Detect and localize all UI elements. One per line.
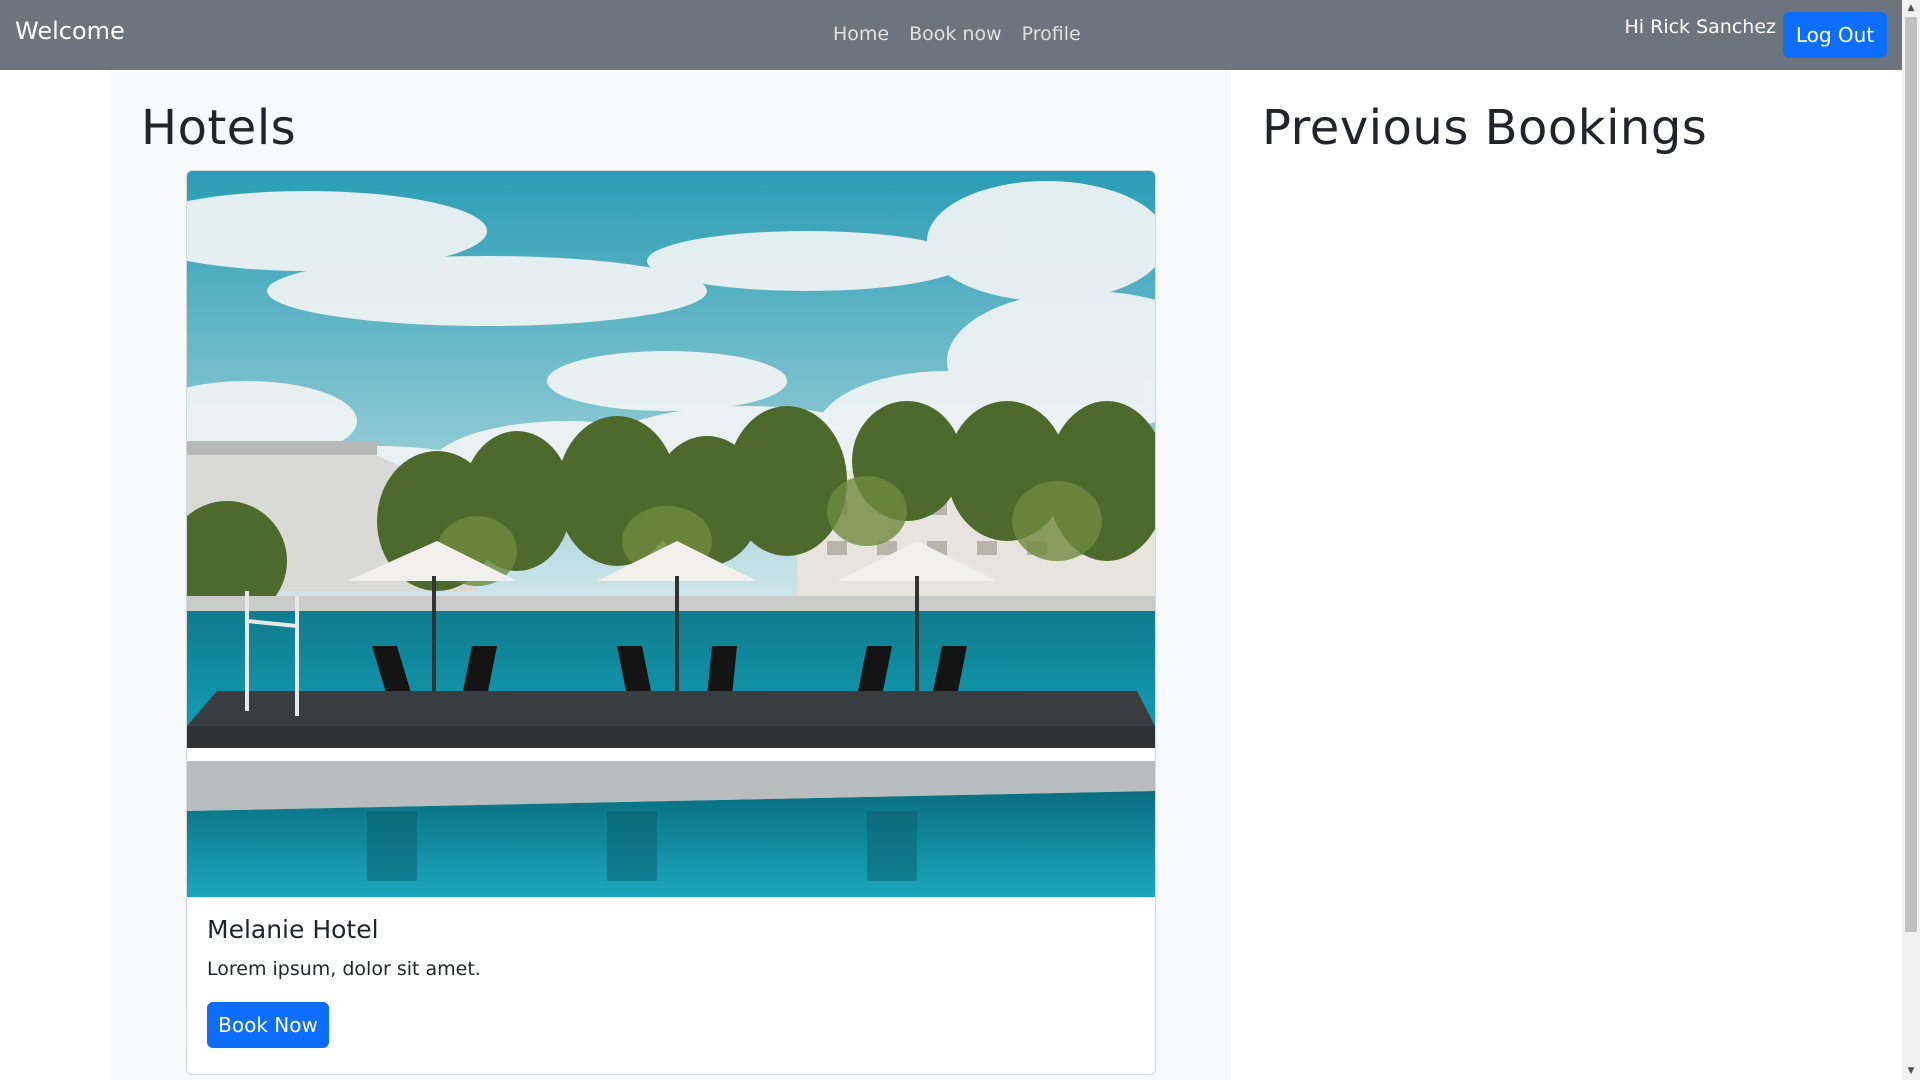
hotel-name: Melanie Hotel [207,915,379,944]
nav-links: Home Book now Profile [823,23,1091,45]
hotel-card-body: Melanie Hotel Lorem ipsum, dolor sit ame… [207,915,481,1048]
hotel-card: Melanie Hotel Lorem ipsum, dolor sit ame… [186,170,1156,1075]
hotel-description: Lorem ipsum, dolor sit amet. [207,958,481,980]
nav-link-book-now[interactable]: Book now [899,23,1012,45]
scrollbar-thumb[interactable] [1905,17,1917,932]
user-greeting: Hi Rick Sanchez [1624,16,1776,38]
nav-link-profile[interactable]: Profile [1012,23,1091,45]
logout-button[interactable]: Log Out [1783,12,1887,58]
scroll-up-arrow-icon[interactable]: ▲ [1902,0,1920,17]
navbar: Welcome Home Book now Profile Hi Rick Sa… [0,0,1902,70]
hotels-heading: Hotels [141,100,297,156]
vertical-scrollbar[interactable]: ▲ ▼ [1902,0,1920,1080]
page: Welcome Home Book now Profile Hi Rick Sa… [0,0,1920,1080]
navbar-brand[interactable]: Welcome [15,17,125,45]
previous-bookings-heading: Previous Bookings [1262,100,1708,156]
scroll-down-arrow-icon[interactable]: ▼ [1902,1063,1920,1080]
book-now-button[interactable]: Book Now [207,1002,329,1048]
hotel-image [187,171,1155,897]
nav-link-home[interactable]: Home [823,23,899,45]
